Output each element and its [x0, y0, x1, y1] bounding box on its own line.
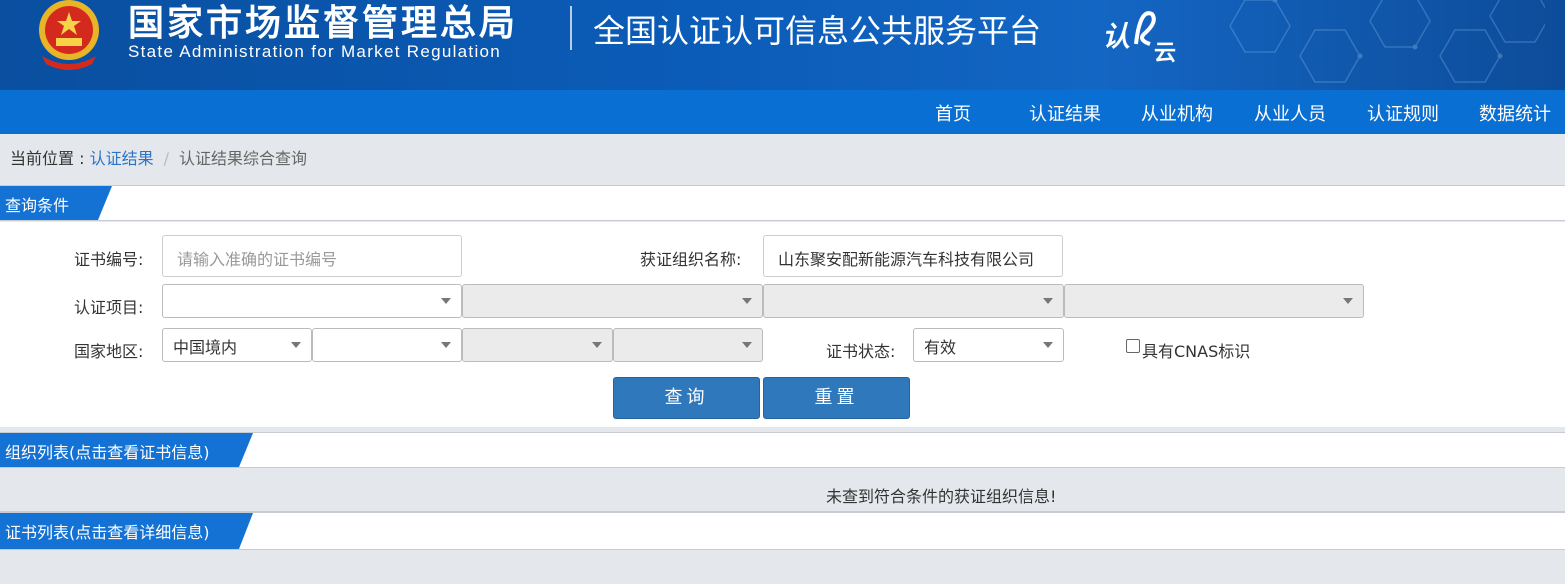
nav-item-cert-results[interactable]: 认证结果 — [1029, 100, 1101, 126]
main-nav: 首页 认证结果 从业机构 从业人员 认证规则 数据统计 — [0, 90, 1565, 134]
org-name-input[interactable]: 山东聚安配新能源汽车科技有限公司 — [763, 235, 1063, 277]
org-list-section-header: 组织列表(点击查看证书信息) — [0, 432, 1565, 468]
region-select-country[interactable]: 中国境内 — [162, 328, 312, 362]
status-select[interactable]: 有效 — [913, 328, 1064, 362]
hexagon-pattern-decoration — [1229, 0, 1545, 83]
chevron-down-icon — [742, 342, 752, 348]
chevron-down-icon — [441, 342, 451, 348]
region-select-district[interactable] — [613, 328, 763, 362]
breadcrumb-separator: / — [163, 149, 169, 168]
platform-title: 全国认证认可信息公共服务平台 — [593, 12, 1042, 50]
project-select-4[interactable] — [1064, 284, 1364, 318]
agency-name-cn: 国家市场监督管理总局 — [128, 3, 519, 44]
cnas-checkbox[interactable] — [1126, 339, 1140, 353]
chevron-down-icon — [742, 298, 752, 304]
nav-item-institutions[interactable]: 从业机构 — [1141, 100, 1213, 126]
status-label: 证书状态: — [826, 342, 896, 361]
region-select-city[interactable] — [462, 328, 613, 362]
region-select-value: 中国境内 — [173, 338, 238, 357]
org-list-empty-row — [0, 476, 1565, 512]
nav-item-home[interactable]: 首页 — [935, 100, 971, 126]
org-list-empty-message: 未查到符合条件的获证组织信息! — [826, 487, 1057, 506]
chevron-down-icon — [291, 342, 301, 348]
nav-item-cert-rules[interactable]: 认证规则 — [1367, 100, 1439, 126]
nav-item-practitioners[interactable]: 从业人员 — [1254, 100, 1326, 126]
query-section-header: 查询条件 — [0, 185, 1565, 221]
project-select-3[interactable] — [763, 284, 1064, 318]
project-select-2[interactable] — [462, 284, 763, 318]
cert-no-input[interactable]: 请输入准确的证书编号 — [162, 235, 462, 277]
region-select-province[interactable] — [312, 328, 462, 362]
search-button[interactable]: 查询 — [613, 377, 760, 419]
header-banner: 国家市场监督管理总局 State Administration for Mark… — [0, 0, 1565, 90]
nav-item-statistics[interactable]: 数据统计 — [1479, 100, 1551, 126]
header-divider — [570, 6, 572, 50]
chevron-down-icon — [441, 298, 451, 304]
chevron-down-icon — [1043, 298, 1053, 304]
national-emblem-icon — [39, 0, 99, 70]
cert-list-section-header: 证书列表(点击查看详细信息) — [0, 512, 1565, 550]
status-select-value: 有效 — [924, 338, 957, 357]
agency-name-en: State Administration for Market Regulati… — [128, 42, 502, 61]
breadcrumb-link-cert-results[interactable]: 认证结果 — [90, 149, 154, 168]
cnas-label: 具有CNAS标识 — [1142, 342, 1251, 361]
breadcrumb: 当前位置 : 认证结果 / 认证结果综合查询 — [10, 145, 307, 169]
project-select-1[interactable] — [162, 284, 462, 318]
breadcrumb-prefix: 当前位置 : — [10, 149, 90, 168]
org-list-section-title: 组织列表(点击查看证书信息) — [0, 433, 253, 467]
chevron-down-icon — [1043, 342, 1053, 348]
project-label: 认证项目: — [74, 298, 144, 317]
chevron-down-icon — [592, 342, 602, 348]
svg-text:认: 认 — [1102, 20, 1130, 53]
reset-button[interactable]: 重置 — [763, 377, 910, 419]
region-label: 国家地区: — [74, 342, 144, 361]
breadcrumb-current: 认证结果综合查询 — [178, 149, 307, 168]
svg-text:云: 云 — [1154, 41, 1176, 64]
cert-no-label: 证书编号: — [74, 250, 144, 269]
cert-list-section-title: 证书列表(点击查看详细信息) — [0, 513, 253, 549]
renyun-logo-icon: 认 云 — [1102, 11, 1176, 64]
org-name-label: 获证组织名称: — [640, 250, 742, 269]
query-section-title: 查询条件 — [0, 186, 112, 220]
chevron-down-icon — [1343, 298, 1353, 304]
